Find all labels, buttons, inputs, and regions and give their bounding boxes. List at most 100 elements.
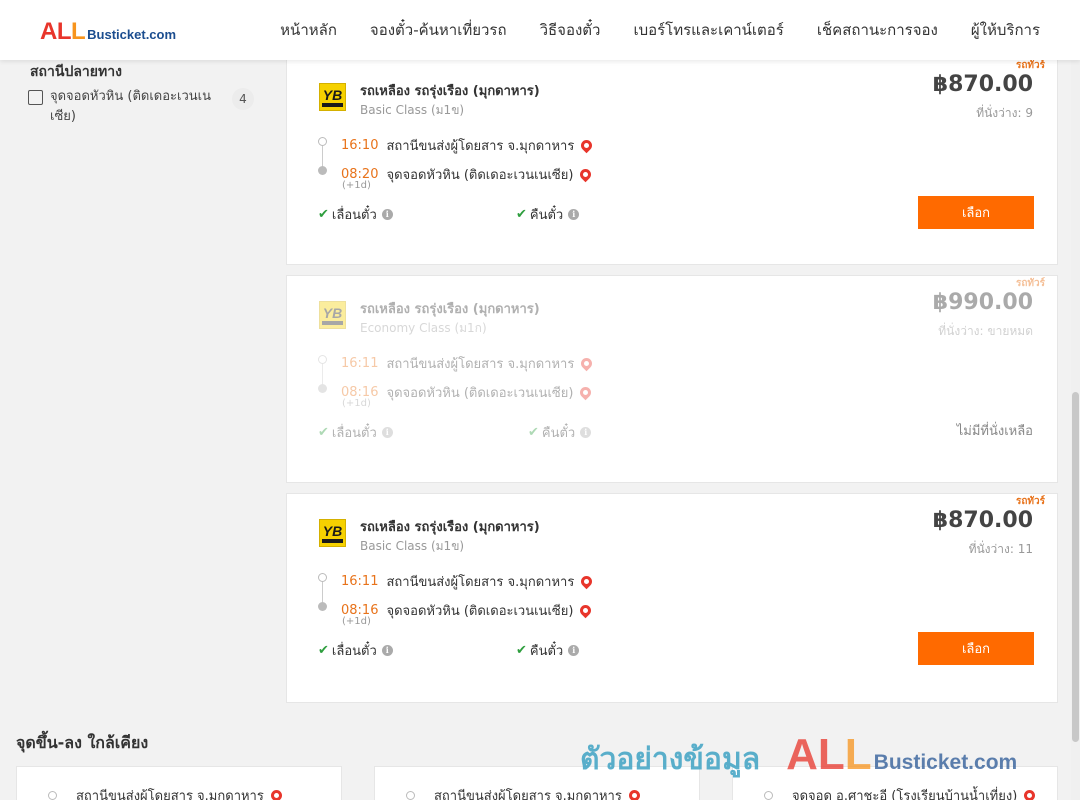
- ticket-price: ฿870.00: [932, 72, 1033, 97]
- check-icon: ✔: [516, 643, 527, 658]
- arrive-dot-icon: [318, 166, 327, 175]
- nearby-stops-title: จุดขึ้น-ลง ใกล้เคียง: [16, 733, 149, 752]
- nearby-stop-card[interactable]: สถานีขนส่งผู้โดยสาร จ.มุกดาหาร: [374, 766, 700, 800]
- select-trip-button[interactable]: เลือก: [918, 196, 1034, 229]
- operator-logo: YB: [319, 519, 346, 547]
- map-pin-icon[interactable]: [578, 166, 594, 183]
- day-offset: (+1d): [342, 616, 371, 627]
- depart-place: สถานีขนส่งผู้โดยสาร จ.มุกดาหาร: [386, 139, 575, 154]
- info-icon[interactable]: i: [568, 209, 580, 220]
- nav-book-search[interactable]: จองตั๋ว-ค้นหาเที่ยวรถ: [370, 18, 507, 42]
- depart-place: สถานีขนส่งผู้โดยสาร จ.มุกดาหาร: [386, 357, 575, 372]
- info-icon[interactable]: i: [381, 427, 393, 438]
- ticket-price: ฿990.00: [932, 290, 1033, 315]
- map-pin-icon[interactable]: [1022, 787, 1038, 800]
- map-pin-icon[interactable]: [579, 573, 595, 590]
- feature-refund-label: คืนตั๋ว: [529, 644, 564, 659]
- depart-dot-icon: [318, 355, 327, 364]
- check-icon: ✔: [318, 425, 329, 440]
- nav-home[interactable]: หน้าหลัก: [280, 18, 337, 42]
- feature-reschedule-label: เลื่อนตั๋ว: [331, 426, 377, 441]
- stop-dot-icon: [406, 791, 415, 800]
- ticket-price: ฿870.00: [932, 508, 1033, 533]
- nav-phone-counters[interactable]: เบอร์โทรและเคาน์เตอร์: [633, 18, 783, 42]
- nav-how-to-book[interactable]: วิธีจองตั๋ว: [540, 18, 601, 42]
- depart-time: 16:10: [341, 138, 379, 153]
- seats-available: ที่นั่งว่าง: 11: [968, 542, 1033, 556]
- nearby-stop-label: สถานีขนส่งผู้โดยสาร จ.มุกดาหาร: [434, 785, 643, 800]
- logo-all-part2: L: [71, 18, 86, 45]
- nearby-stop-label: สถานีขนส่งผู้โดยสาร จ.มุกดาหาร: [76, 785, 285, 800]
- filter-count-badge: 4: [232, 88, 254, 110]
- depart-stop: 16:11 สถานีขนส่งผู้โดยสาร จ.มุกดาหาร: [341, 571, 595, 592]
- info-icon[interactable]: i: [381, 209, 393, 220]
- depart-time: 16:11: [341, 356, 379, 371]
- trip-card-soldout: รถทัวร์ YB รถเหลือง รถรุ่งเรือง (มุกดาหา…: [286, 275, 1058, 483]
- logo-busticket-text: Busticket.com: [87, 27, 177, 42]
- feature-reschedule: ✔ เลื่อนตั๋ว i: [318, 204, 393, 225]
- arrive-stop: 08:16 จุดจอดหัวหิน (ติดเดอะเวนเนเซีย): [341, 600, 594, 621]
- no-seats-label: ไม่มีที่นั่งเหลือ: [956, 424, 1033, 439]
- filter-option[interactable]: จุดจอดหัวหิน (ติดเดอะเวนเนเซีย) 4: [28, 87, 258, 127]
- bus-type-tag: รถทัวร์: [1015, 60, 1045, 71]
- feature-refund: ✔ คืนตั๋ว i: [528, 422, 592, 443]
- map-pin-icon[interactable]: [626, 787, 643, 800]
- arrive-dot-icon: [318, 602, 327, 611]
- check-icon: ✔: [318, 207, 329, 222]
- map-pin-icon[interactable]: [268, 787, 285, 800]
- map-pin-icon[interactable]: [579, 137, 595, 154]
- nearby-stop-name: สถานีขนส่งผู้โดยสาร จ.มุกดาหาร: [76, 789, 264, 800]
- nearby-stop-label: จุดจอด อ.ศาชะอี (โรงเรียนบ้านน้ำเที่ยง): [792, 785, 1038, 800]
- site-logo[interactable]: ALL Busticket.com: [40, 18, 176, 46]
- feature-reschedule: ✔ เลื่อนตั๋ว i: [318, 640, 393, 661]
- check-icon: ✔: [516, 207, 527, 222]
- main-nav: หน้าหลัก จองตั๋ว-ค้นหาเที่ยวรถ วิธีจองตั…: [247, 0, 1040, 60]
- feature-refund: ✔ คืนตั๋ว i: [516, 640, 580, 661]
- map-pin-icon[interactable]: [578, 384, 594, 401]
- info-icon[interactable]: i: [568, 645, 580, 656]
- filter-destination-title: สถานีปลายทาง: [30, 64, 122, 80]
- check-icon: ✔: [528, 425, 539, 440]
- info-icon[interactable]: i: [381, 645, 393, 656]
- nearby-stop-name: จุดจอด อ.ศาชะอี (โรงเรียนบ้านน้ำเที่ยง): [792, 789, 1018, 800]
- map-pin-icon[interactable]: [579, 355, 595, 372]
- depart-dot-icon: [318, 137, 327, 146]
- day-offset: (+1d): [342, 398, 371, 409]
- arrive-place: จุดจอดหัวหิน (ติดเดอะเวนเนเซีย): [386, 604, 574, 619]
- seat-class: Economy Class (ม1ก): [360, 321, 487, 335]
- scrollbar-thumb[interactable]: [1072, 392, 1079, 742]
- operator-name: รถเหลือง รถรุ่งเรือง (มุกดาหาร): [360, 302, 540, 317]
- nav-booking-status[interactable]: เช็คสถานะการจอง: [817, 18, 938, 42]
- logo-all-part1: AL: [40, 18, 72, 45]
- site-header: ALL Busticket.com หน้าหลัก จองตั๋ว-ค้นหา…: [0, 0, 1080, 60]
- bus-type-tag: รถทัวร์: [1015, 496, 1045, 507]
- operator-logo: YB: [319, 83, 346, 111]
- trip-card: รถทัวร์ YB รถเหลือง รถรุ่งเรือง (มุกดาหา…: [286, 493, 1058, 703]
- arrive-stop: 08:16 จุดจอดหัวหิน (ติดเดอะเวนเนเซีย): [341, 382, 594, 403]
- filter-checkbox[interactable]: [28, 90, 43, 105]
- arrive-place: จุดจอดหัวหิน (ติดเดอะเวนเนเซีย): [386, 168, 574, 183]
- seats-available: ที่นั่งว่าง: 9: [976, 106, 1033, 120]
- logo-all-text: ALL: [40, 18, 86, 46]
- feature-reschedule-label: เลื่อนตั๋ว: [331, 208, 377, 223]
- select-trip-button[interactable]: เลือก: [918, 632, 1034, 665]
- arrive-stop: 08:20 จุดจอดหัวหิน (ติดเดอะเวนเนเซีย): [341, 164, 594, 185]
- stop-dot-icon: [48, 791, 57, 800]
- nearby-stop-card[interactable]: สถานีขนส่งผู้โดยสาร จ.มุกดาหาร: [16, 766, 342, 800]
- map-pin-icon[interactable]: [578, 602, 594, 619]
- info-icon[interactable]: i: [580, 427, 592, 438]
- page-scrollbar[interactable]: [1071, 60, 1080, 800]
- trip-card: รถทัวร์ YB รถเหลือง รถรุ่งเรือง (มุกดาหา…: [286, 57, 1058, 265]
- nav-operators[interactable]: ผู้ให้บริการ: [971, 18, 1040, 42]
- nearby-stop-name: สถานีขนส่งผู้โดยสาร จ.มุกดาหาร: [434, 789, 622, 800]
- day-offset: (+1d): [342, 180, 371, 191]
- depart-time: 16:11: [341, 574, 379, 589]
- arrive-place: จุดจอดหัวหิน (ติดเดอะเวนเนเซีย): [386, 386, 574, 401]
- seat-class: Basic Class (ม1ข): [360, 539, 465, 553]
- operator-name: รถเหลือง รถรุ่งเรือง (มุกดาหาร): [360, 84, 540, 99]
- nearby-stop-card[interactable]: จุดจอด อ.ศาชะอี (โรงเรียนบ้านน้ำเที่ยง): [732, 766, 1058, 800]
- feature-refund: ✔ คืนตั๋ว i: [516, 204, 580, 225]
- filter-option-label[interactable]: จุดจอดหัวหิน (ติดเดอะเวนเนเซีย): [50, 87, 220, 127]
- depart-stop: 16:10 สถานีขนส่งผู้โดยสาร จ.มุกดาหาร: [341, 135, 595, 156]
- bus-type-tag: รถทัวร์: [1015, 278, 1045, 289]
